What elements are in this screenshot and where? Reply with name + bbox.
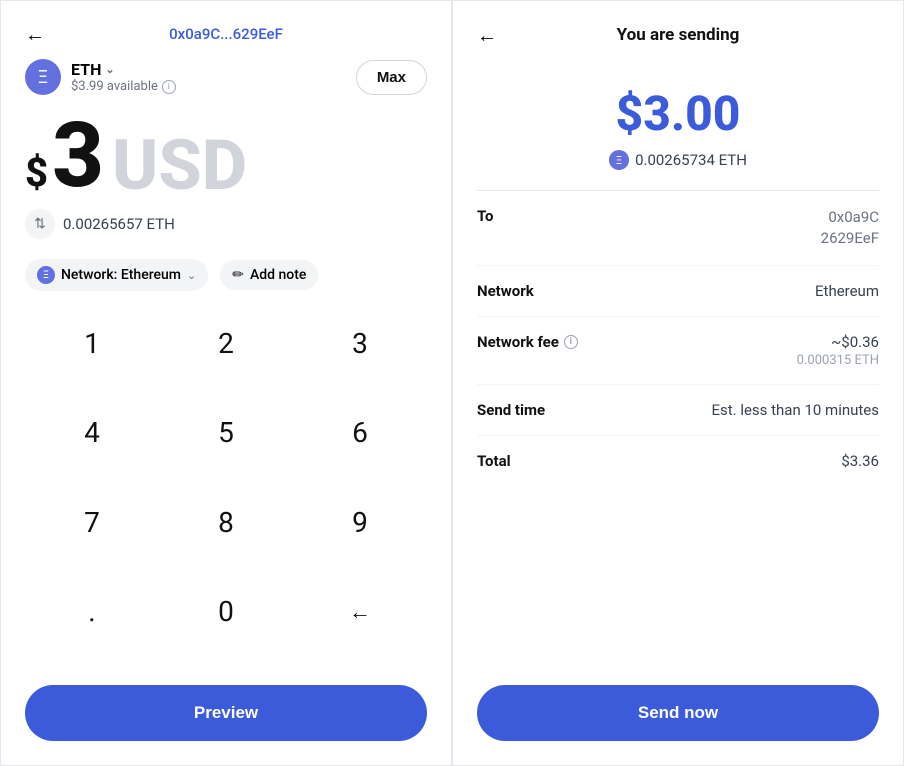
network-detail-row: Network Ethereum: [477, 266, 879, 317]
network-label: Network: Ethereum: [61, 267, 181, 283]
numpad-backspace[interactable]: ←: [293, 580, 427, 644]
dollar-sign: $: [25, 153, 48, 193]
confirm-eth-amount: 0.00265734 ETH: [635, 151, 747, 169]
token-row: Ξ ETH ⌄ $3.99 available i Max: [25, 59, 427, 95]
network-chevron-icon: ⌄: [187, 269, 196, 282]
right-panel: ← You are sending $3.00 Ξ 0.00265734 ETH…: [452, 0, 904, 766]
left-header: ← 0x0a9C...629EeF: [25, 17, 427, 43]
network-eth-icon: Ξ: [37, 266, 55, 284]
network-detail-label: Network: [477, 282, 534, 300]
fee-info-icon[interactable]: i: [564, 335, 578, 349]
preview-button[interactable]: Preview: [25, 685, 427, 741]
add-note-button[interactable]: ✏ Add note: [220, 260, 318, 290]
numpad-2[interactable]: 2: [159, 311, 293, 375]
to-label: To: [477, 207, 494, 225]
amount-display: $ 3 USD: [25, 111, 427, 201]
network-detail-value: Ethereum: [815, 282, 879, 300]
network-badge[interactable]: Ξ Network: Ethereum ⌄: [25, 259, 208, 291]
add-note-label: Add note: [250, 267, 306, 283]
token-chevron-icon: ⌄: [105, 63, 114, 76]
pencil-icon: ✏: [232, 267, 244, 283]
total-value: $3.36: [841, 452, 879, 470]
confirm-amount-section: $3.00 Ξ 0.00265734 ETH: [477, 61, 879, 191]
send-time-row: Send time Est. less than 10 minutes: [477, 385, 879, 436]
left-panel: ← 0x0a9C...629EeF Ξ ETH ⌄ $3.99 availabl…: [0, 0, 452, 766]
send-time-value: Est. less than 10 minutes: [711, 401, 879, 419]
eth-amount-text: 0.00265657 ETH: [63, 215, 175, 233]
numpad-1[interactable]: 1: [25, 311, 159, 375]
to-address: 0x0a9C 2629EeF: [821, 207, 879, 249]
swap-icon[interactable]: ⇅: [25, 209, 55, 239]
right-header-title: You are sending: [617, 25, 740, 45]
token-available: $3.99 available i: [71, 79, 176, 94]
confirm-eth-row: Ξ 0.00265734 ETH: [609, 150, 747, 170]
numpad-0[interactable]: 0: [159, 580, 293, 644]
wallet-address[interactable]: 0x0a9C...629EeF: [169, 25, 283, 43]
numpad: 1 2 3 4 5 6 7 8 9 . 0 ←: [25, 311, 427, 669]
fee-label: Network fee i: [477, 333, 578, 351]
back-arrow-right[interactable]: ←: [477, 23, 497, 48]
token-info: Ξ ETH ⌄ $3.99 available i: [25, 59, 176, 95]
send-time-label: Send time: [477, 401, 545, 419]
numpad-4[interactable]: 4: [25, 401, 159, 465]
fee-value: ~$0.36 0.000315 ETH: [797, 333, 879, 368]
send-now-button[interactable]: Send now: [477, 685, 879, 741]
numpad-6[interactable]: 6: [293, 401, 427, 465]
confirm-usd-amount: $3.00: [616, 85, 741, 142]
eth-logo: Ξ: [25, 59, 61, 95]
token-name-row[interactable]: ETH ⌄: [71, 60, 176, 79]
fee-row: Network fee i ~$0.36 0.000315 ETH: [477, 317, 879, 385]
available-info-icon[interactable]: i: [162, 80, 176, 94]
amount-number: 3: [52, 111, 104, 201]
numpad-3[interactable]: 3: [293, 311, 427, 375]
total-label: Total: [477, 452, 511, 470]
network-row: Ξ Network: Ethereum ⌄ ✏ Add note: [25, 259, 427, 291]
confirm-eth-icon: Ξ: [609, 150, 629, 170]
right-header: ← You are sending: [477, 17, 879, 45]
max-button[interactable]: Max: [356, 60, 427, 95]
amount-currency: USD: [112, 131, 247, 201]
back-arrow-left[interactable]: ←: [25, 22, 45, 47]
details-table: To 0x0a9C 2629EeF Network Ethereum Netwo…: [477, 191, 879, 685]
total-row: Total $3.36: [477, 436, 879, 486]
to-row: To 0x0a9C 2629EeF: [477, 191, 879, 266]
numpad-8[interactable]: 8: [159, 490, 293, 554]
numpad-9[interactable]: 9: [293, 490, 427, 554]
numpad-dot[interactable]: .: [25, 580, 159, 644]
numpad-5[interactable]: 5: [159, 401, 293, 465]
token-details: ETH ⌄ $3.99 available i: [71, 60, 176, 94]
eth-conversion-row: ⇅ 0.00265657 ETH: [25, 209, 427, 239]
numpad-7[interactable]: 7: [25, 490, 159, 554]
